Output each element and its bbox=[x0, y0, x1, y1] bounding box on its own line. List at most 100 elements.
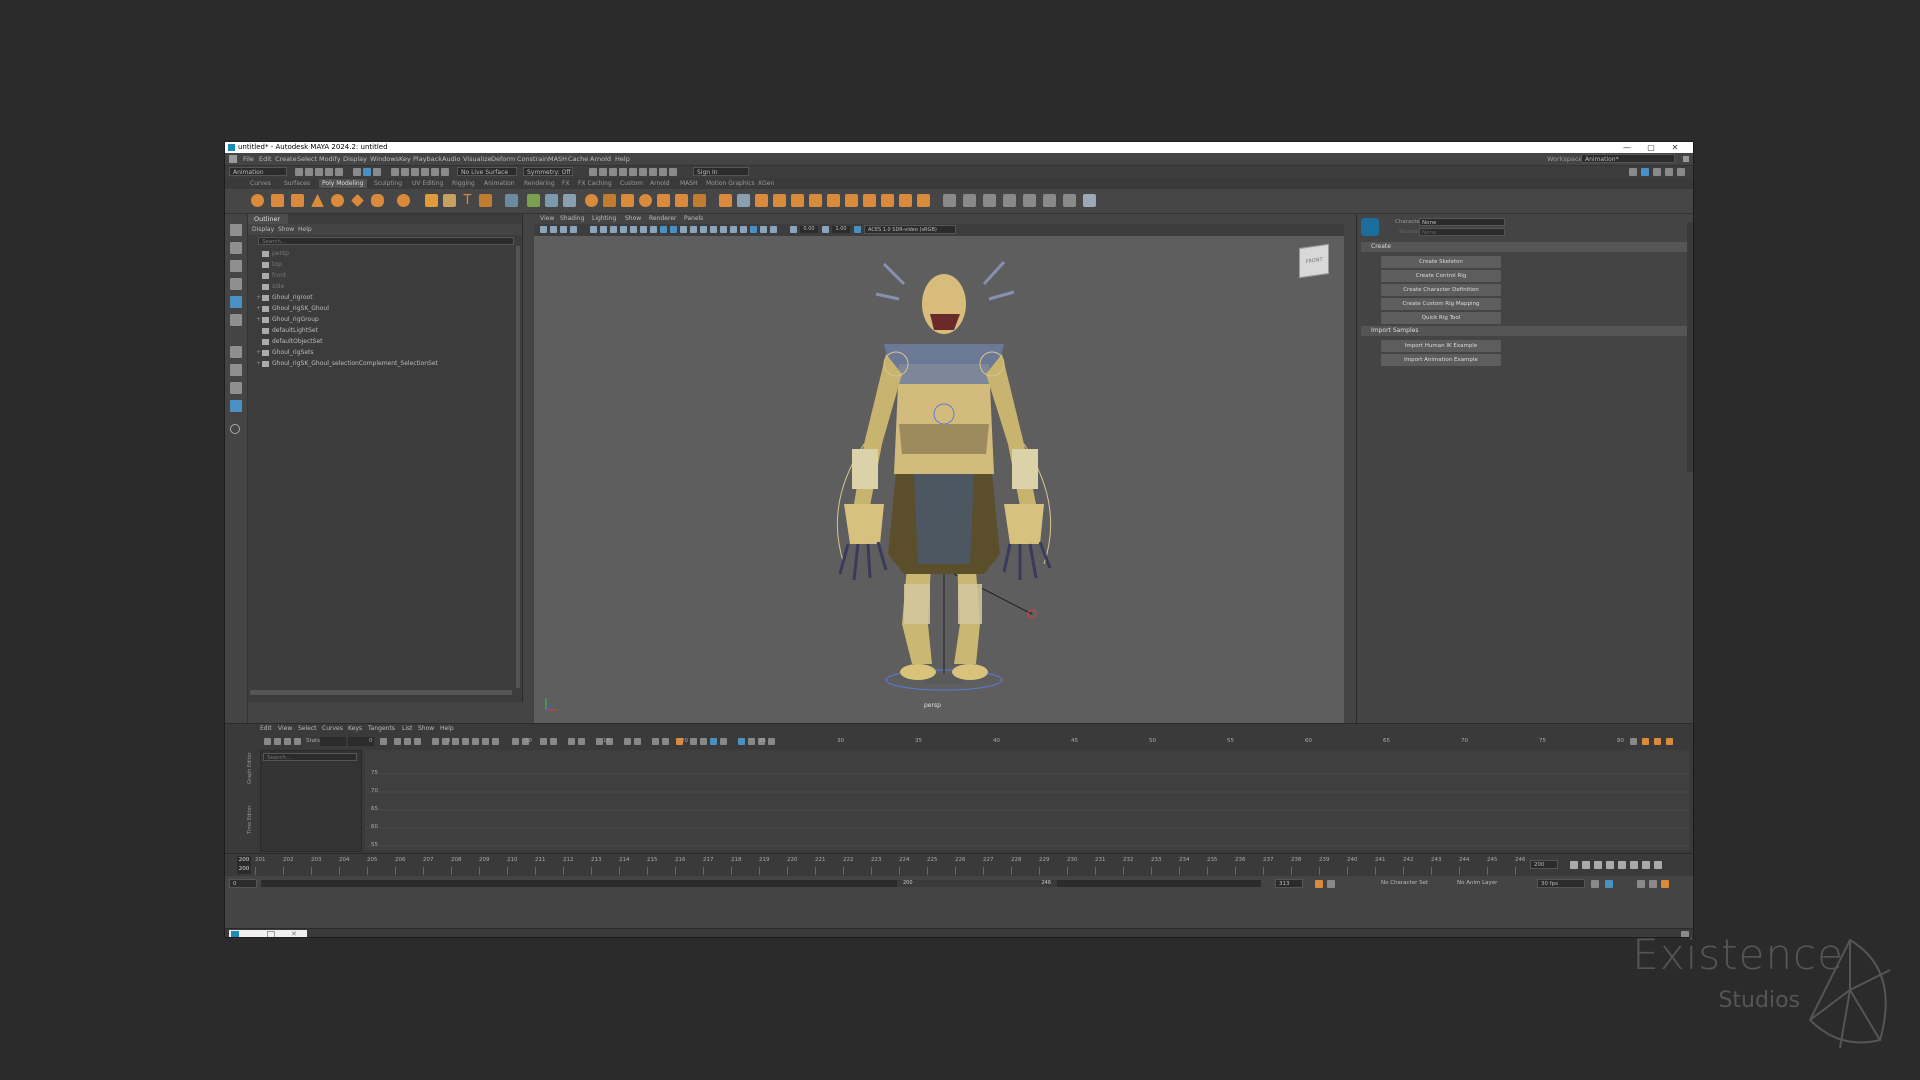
key-filter-icon[interactable] bbox=[1327, 880, 1335, 888]
side-panel-tabs[interactable] bbox=[1687, 222, 1693, 472]
outliner-menu-help[interactable]: Help bbox=[298, 224, 312, 235]
paint-select-tool-icon[interactable] bbox=[230, 260, 242, 272]
default-material-icon[interactable] bbox=[680, 226, 687, 233]
menu-cache[interactable]: Cache bbox=[568, 153, 588, 165]
create-control-rig-button[interactable]: Create Control Rig bbox=[1381, 270, 1501, 282]
live-surface-field[interactable]: No Live Surface bbox=[457, 167, 517, 176]
viewport-menu-show[interactable]: Show bbox=[625, 214, 641, 224]
current-frame-field[interactable]: 200 bbox=[1530, 860, 1558, 869]
gamma-toggle-icon[interactable] bbox=[822, 226, 829, 233]
go-to-end-icon[interactable] bbox=[1654, 861, 1662, 869]
viewport-panel[interactable]: View Shading Lighting Show Renderer Pane… bbox=[534, 214, 1344, 723]
outliner-menu-display[interactable]: Display bbox=[252, 224, 274, 235]
range-track[interactable] bbox=[261, 880, 1261, 887]
xray-icon[interactable] bbox=[750, 226, 757, 233]
tool-settings-toggle-icon[interactable] bbox=[1665, 168, 1673, 176]
graph-menu-list[interactable]: List bbox=[402, 724, 413, 734]
scale-tool-icon[interactable] bbox=[230, 314, 242, 326]
type-tool-icon[interactable]: T bbox=[461, 194, 474, 207]
gate-mask-icon[interactable] bbox=[620, 226, 627, 233]
shelf-tab-curves[interactable]: Curves bbox=[247, 179, 274, 188]
smooth-icon[interactable] bbox=[563, 194, 576, 207]
ghoul-character-model[interactable] bbox=[804, 244, 1084, 704]
graph-menu-edit[interactable]: Edit bbox=[260, 724, 272, 734]
menu-windows[interactable]: Windows bbox=[370, 153, 399, 165]
outliner-item[interactable]: + Ghoul_rigSK_Ghoul_selectionComplement_S… bbox=[256, 358, 438, 369]
extrude-icon[interactable] bbox=[657, 194, 670, 207]
graph-canvas[interactable]: 75 70 65 60 55 0 5 10 15 20 25 30 35 40 45 50 55 60 6… bbox=[365, 738, 1690, 850]
workspace-dropdown[interactable]: Animation* bbox=[1581, 154, 1675, 163]
outliner-scrollbar[interactable] bbox=[516, 246, 520, 688]
pause-icon[interactable] bbox=[669, 168, 677, 176]
anim-layer-label[interactable]: No Anim Layer bbox=[1457, 879, 1497, 888]
step-forward-key-icon[interactable] bbox=[1642, 861, 1650, 869]
mirror-icon[interactable] bbox=[621, 194, 634, 207]
four-view-layout-icon[interactable] bbox=[230, 364, 242, 376]
poly-cone-icon[interactable] bbox=[311, 194, 324, 207]
outliner-tab[interactable]: Outliner bbox=[248, 214, 288, 224]
camera-attributes-icon[interactable] bbox=[550, 226, 557, 233]
insert-key-icon[interactable] bbox=[274, 738, 281, 745]
layout-icon[interactable] bbox=[1023, 194, 1036, 207]
select-tool-icon[interactable] bbox=[230, 224, 242, 236]
outliner-layout-icon[interactable] bbox=[230, 400, 242, 412]
svg-tool-icon[interactable] bbox=[479, 194, 492, 207]
snap-grid-icon[interactable] bbox=[391, 168, 399, 176]
save-scene-icon[interactable] bbox=[315, 168, 323, 176]
move-tool-icon[interactable] bbox=[230, 278, 242, 290]
new-scene-icon[interactable] bbox=[295, 168, 303, 176]
outliner-item[interactable]: + Ghoul_rigGroup bbox=[256, 314, 319, 325]
outliner-item[interactable]: side bbox=[256, 281, 284, 292]
render-settings-icon[interactable] bbox=[619, 168, 627, 176]
animation-start-field[interactable]: 0 bbox=[229, 879, 257, 888]
shelf-tab-arnold[interactable]: Arnold bbox=[647, 179, 672, 188]
graph-menu-keys[interactable]: Keys bbox=[348, 724, 362, 734]
menu-help[interactable]: Help bbox=[615, 153, 630, 165]
shelf-tab-sculpting[interactable]: Sculpting bbox=[371, 179, 405, 188]
create-character-definition-button[interactable]: Create Character Definition bbox=[1381, 284, 1501, 296]
home-icon[interactable] bbox=[229, 155, 237, 163]
ambient-occlusion-icon[interactable] bbox=[720, 226, 727, 233]
fill-hole-icon[interactable] bbox=[719, 194, 732, 207]
bridge-icon[interactable] bbox=[639, 194, 652, 207]
triangulate-icon[interactable] bbox=[917, 194, 930, 207]
extract-icon[interactable] bbox=[603, 194, 616, 207]
image-plane-icon[interactable] bbox=[570, 226, 577, 233]
fps-dropdown[interactable]: 30 fps bbox=[1537, 879, 1585, 888]
range-handle[interactable]: 200 246 bbox=[897, 880, 1057, 887]
ipr-render-icon[interactable] bbox=[609, 168, 617, 176]
graph-menu-help[interactable]: Help bbox=[440, 724, 454, 734]
two-pane-layout-icon[interactable] bbox=[230, 382, 242, 394]
gamma-field[interactable]: 1.00 bbox=[832, 226, 850, 233]
menu-key[interactable]: Key bbox=[399, 153, 411, 165]
separate-icon[interactable] bbox=[545, 194, 558, 207]
script-type-icon[interactable] bbox=[231, 931, 239, 937]
viewport-menu-shading[interactable]: Shading bbox=[560, 214, 584, 224]
connect-icon[interactable] bbox=[845, 194, 858, 207]
sign-in-button[interactable]: Sign In bbox=[693, 167, 749, 176]
poke-icon[interactable] bbox=[881, 194, 894, 207]
menu-arnold[interactable]: Arnold bbox=[590, 153, 611, 165]
poly-plane-icon[interactable] bbox=[351, 194, 364, 207]
arnold-render-icon[interactable] bbox=[659, 168, 667, 176]
loop-icon[interactable] bbox=[1591, 880, 1599, 888]
snap-point-icon[interactable] bbox=[411, 168, 419, 176]
hik-section-import-samples[interactable]: Import Samples bbox=[1361, 326, 1687, 336]
menu-create[interactable]: Create bbox=[275, 153, 297, 165]
menu-mash[interactable]: MASH bbox=[548, 153, 567, 165]
stats-field-1[interactable] bbox=[320, 737, 346, 746]
time-editor-tab[interactable]: Time Editor bbox=[247, 784, 257, 834]
field-chart-icon[interactable] bbox=[630, 226, 637, 233]
step-forward-frame-icon[interactable] bbox=[1630, 861, 1638, 869]
render-setup-icon[interactable] bbox=[639, 168, 647, 176]
current-frame-indicator[interactable]: 200 200 bbox=[237, 856, 251, 874]
isolate-select-icon[interactable] bbox=[770, 226, 777, 233]
sound-icon[interactable] bbox=[1637, 880, 1645, 888]
character-dropdown[interactable]: None bbox=[1419, 218, 1505, 226]
xray-joints-icon[interactable] bbox=[760, 226, 767, 233]
viewcube[interactable]: FRONT bbox=[1299, 243, 1329, 279]
graph-menu-curves[interactable]: Curves bbox=[322, 724, 343, 734]
attribute-editor-toggle-icon[interactable] bbox=[1653, 168, 1661, 176]
combine-icon[interactable] bbox=[527, 194, 540, 207]
animation-end-field[interactable]: 313 bbox=[1275, 879, 1303, 888]
